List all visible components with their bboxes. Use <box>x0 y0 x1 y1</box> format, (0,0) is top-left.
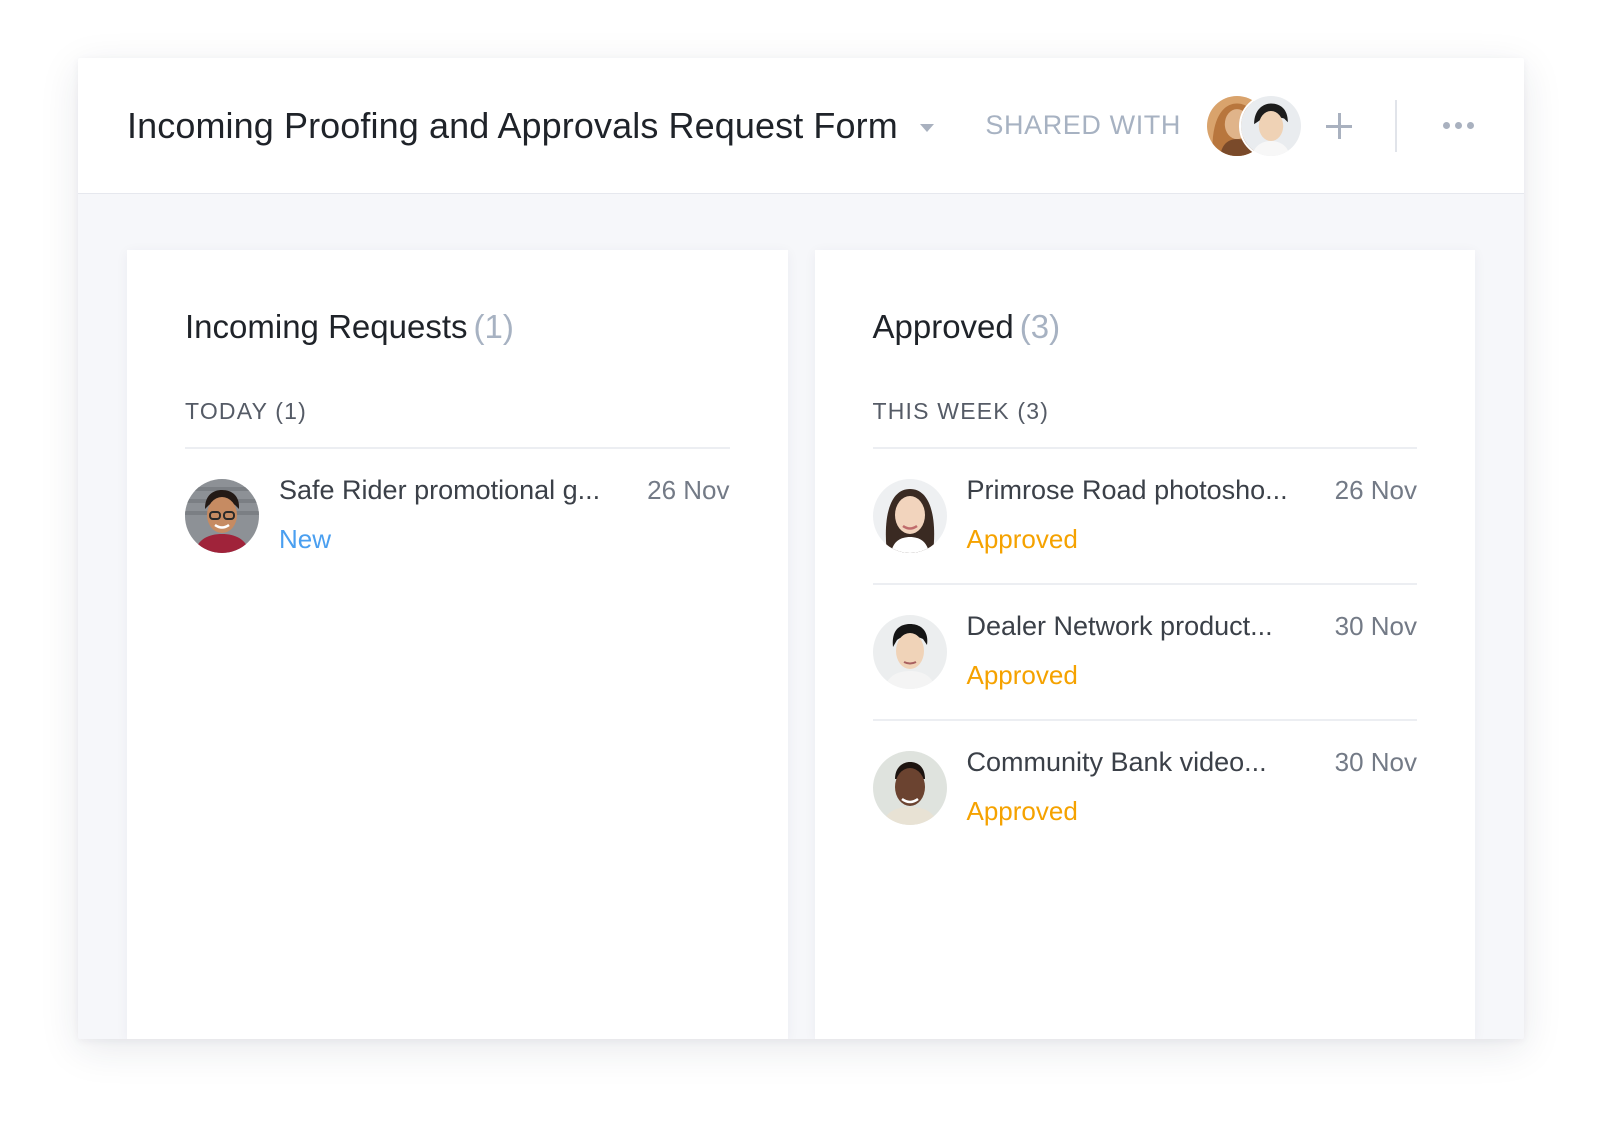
list-item[interactable]: Safe Rider promotional g... 26 Nov New <box>185 449 730 583</box>
item-title: Safe Rider promotional g... <box>279 475 601 505</box>
status-badge: Approved <box>966 660 1078 690</box>
woman-avatar-icon <box>872 479 947 553</box>
man-avatar-icon <box>872 751 947 825</box>
board: Incoming Requests (1) TODAY (1) Safe Rid… <box>127 250 1475 1039</box>
column-count: (3) <box>1019 308 1061 345</box>
status-badge: New <box>279 524 332 554</box>
list-item[interactable]: Community Bank video... 30 Nov Approved <box>872 721 1418 855</box>
status-badge: Approved <box>966 796 1078 826</box>
shared-with-label: SHARED WITH <box>985 110 1181 140</box>
avatar <box>185 479 259 553</box>
item-title: Primrose Road photosho... <box>966 475 1288 505</box>
man-avatar-icon <box>872 615 947 689</box>
item-date: 30 Nov <box>1334 747 1417 777</box>
add-share-button[interactable] <box>1321 108 1357 144</box>
header-actions: SHARED WITH <box>985 93 1476 158</box>
column-title: Approved (3) <box>872 308 1061 345</box>
list-item[interactable]: Primrose Road photosho... 26 Nov Approve… <box>872 449 1418 585</box>
man-glasses-avatar-icon <box>185 479 259 553</box>
page-header: Incoming Proofing and Approvals Request … <box>78 58 1524 194</box>
item-date: 30 Nov <box>1334 611 1417 641</box>
title-dropdown-caret-icon[interactable] <box>919 123 934 132</box>
item-title: Dealer Network product... <box>966 611 1273 641</box>
item-body: Safe Rider promotional g... 26 Nov New <box>279 475 730 555</box>
man-avatar-icon <box>1241 95 1301 156</box>
page-title: Incoming Proofing and Approvals Request … <box>127 104 898 146</box>
shared-avatars[interactable] <box>1205 93 1303 158</box>
shared-user-avatar[interactable] <box>1239 93 1303 158</box>
column-approved: Approved (3) THIS WEEK (3) Primrose Road … <box>814 250 1475 1039</box>
item-body: Primrose Road photosho... 26 Nov Approve… <box>967 475 1418 555</box>
item-date: 26 Nov <box>647 475 730 505</box>
group-label: TODAY (1) <box>185 398 730 449</box>
column-incoming-requests: Incoming Requests (1) TODAY (1) Safe Rid… <box>127 250 788 1039</box>
item-date: 26 Nov <box>1334 475 1417 505</box>
column-count: (1) <box>473 308 514 345</box>
more-options-icon[interactable] <box>1441 116 1476 135</box>
item-body: Community Bank video... 30 Nov Approved <box>967 747 1418 827</box>
column-title: Incoming Requests (1) <box>185 308 514 345</box>
list-item[interactable]: Dealer Network product... 30 Nov Approve… <box>872 585 1418 721</box>
item-title: Community Bank video... <box>966 747 1267 777</box>
avatar <box>872 479 947 553</box>
status-badge: Approved <box>966 524 1078 554</box>
app-window: Incoming Proofing and Approvals Request … <box>78 58 1524 1039</box>
group-label: THIS WEEK (3) <box>872 398 1417 449</box>
header-divider <box>1395 99 1397 152</box>
avatar <box>872 615 947 689</box>
item-body: Dealer Network product... 30 Nov Approve… <box>967 611 1418 691</box>
avatar <box>872 751 947 825</box>
